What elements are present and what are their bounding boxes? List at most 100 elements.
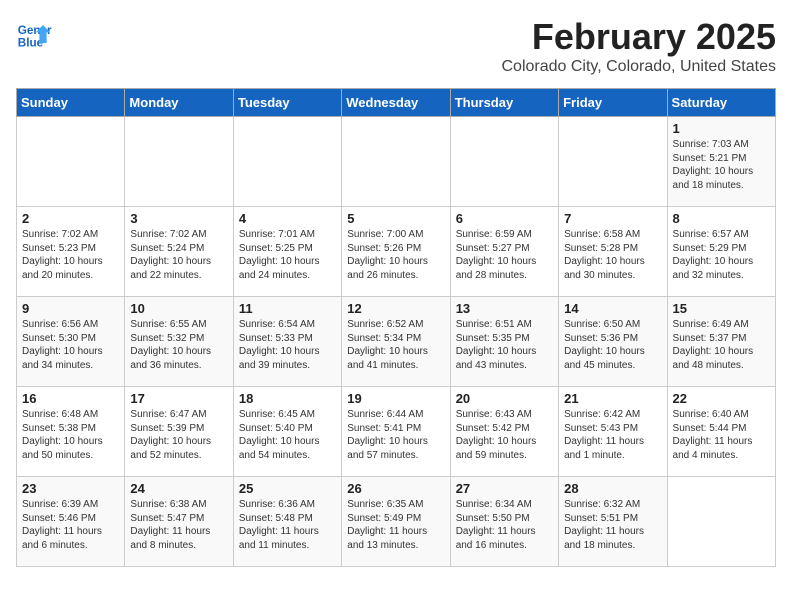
day-cell: 7 Sunrise: 6:58 AM Sunset: 5:28 PM Daylig… [559, 207, 667, 297]
week-row-2: 9 Sunrise: 6:56 AM Sunset: 5:30 PM Daylig… [17, 297, 776, 387]
day-cell [125, 117, 233, 207]
day-number: 28 [564, 481, 661, 496]
day-cell: 18 Sunrise: 6:45 AM Sunset: 5:40 PM Dayli… [233, 387, 341, 477]
day-info: Sunrise: 6:40 AM Sunset: 5:44 PM Dayligh… [673, 408, 770, 462]
day-number: 12 [347, 301, 444, 316]
day-info: Sunrise: 6:48 AM Sunset: 5:38 PM Dayligh… [22, 408, 119, 462]
day-number: 21 [564, 391, 661, 406]
day-number: 11 [239, 301, 336, 316]
day-info: Sunrise: 7:02 AM Sunset: 5:23 PM Dayligh… [22, 228, 119, 282]
day-cell: 14 Sunrise: 6:50 AM Sunset: 5:36 PM Dayli… [559, 297, 667, 387]
day-number: 1 [673, 121, 770, 136]
day-cell: 8 Sunrise: 6:57 AM Sunset: 5:29 PM Daylig… [667, 207, 775, 297]
day-cell: 15 Sunrise: 6:49 AM Sunset: 5:37 PM Dayli… [667, 297, 775, 387]
day-info: Sunrise: 6:35 AM Sunset: 5:49 PM Dayligh… [347, 498, 444, 552]
day-cell: 5 Sunrise: 7:00 AM Sunset: 5:26 PM Daylig… [342, 207, 450, 297]
day-info: Sunrise: 6:57 AM Sunset: 5:29 PM Dayligh… [673, 228, 770, 282]
day-number: 15 [673, 301, 770, 316]
day-header-saturday: Saturday [667, 89, 775, 117]
day-cell: 16 Sunrise: 6:48 AM Sunset: 5:38 PM Dayli… [17, 387, 125, 477]
day-cell: 24Sunrise: 6:38 AM Sunset: 5:47 PM Dayli… [125, 477, 233, 567]
day-cell [559, 117, 667, 207]
day-header-sunday: Sunday [17, 89, 125, 117]
day-info: Sunrise: 6:50 AM Sunset: 5:36 PM Dayligh… [564, 318, 661, 372]
day-info: Sunrise: 6:34 AM Sunset: 5:50 PM Dayligh… [456, 498, 553, 552]
day-cell: 6Sunrise: 6:59 AM Sunset: 5:27 PM Daylig… [450, 207, 558, 297]
day-number: 19 [347, 391, 444, 406]
day-cell: 1 Sunrise: 7:03 AM Sunset: 5:21 PM Daylig… [667, 117, 775, 207]
day-info: Sunrise: 7:01 AM Sunset: 5:25 PM Dayligh… [239, 228, 336, 282]
day-info: Sunrise: 6:52 AM Sunset: 5:34 PM Dayligh… [347, 318, 444, 372]
day-header-friday: Friday [559, 89, 667, 117]
day-cell [667, 477, 775, 567]
day-cell: 22 Sunrise: 6:40 AM Sunset: 5:44 PM Dayli… [667, 387, 775, 477]
day-number: 25 [239, 481, 336, 496]
day-info: Sunrise: 6:59 AM Sunset: 5:27 PM Dayligh… [456, 228, 553, 282]
day-number: 10 [130, 301, 227, 316]
day-number: 2 [22, 211, 119, 226]
day-cell [450, 117, 558, 207]
day-number: 13 [456, 301, 553, 316]
day-cell: 25 Sunrise: 6:36 AM Sunset: 5:48 PM Dayli… [233, 477, 341, 567]
day-number: 7 [564, 211, 661, 226]
day-number: 3 [130, 211, 227, 226]
logo-icon: General Blue [16, 16, 52, 52]
day-info: Sunrise: 6:47 AM Sunset: 5:39 PM Dayligh… [130, 408, 227, 462]
day-info: Sunrise: 6:42 AM Sunset: 5:43 PM Dayligh… [564, 408, 661, 462]
logo: General Blue [16, 16, 52, 52]
day-cell: 28 Sunrise: 6:32 AM Sunset: 5:51 PM Dayli… [559, 477, 667, 567]
day-info: Sunrise: 6:39 AM Sunset: 5:46 PM Dayligh… [22, 498, 119, 552]
header: February 2025 Colorado City, Colorado, U… [501, 16, 776, 76]
calendar-table: SundayMondayTuesdayWednesdayThursdayFrid… [16, 88, 776, 567]
day-info: Sunrise: 6:49 AM Sunset: 5:37 PM Dayligh… [673, 318, 770, 372]
day-number: 23 [22, 481, 119, 496]
day-info: Sunrise: 6:36 AM Sunset: 5:48 PM Dayligh… [239, 498, 336, 552]
week-row-1: 2 Sunrise: 7:02 AM Sunset: 5:23 PM Daylig… [17, 207, 776, 297]
day-info: Sunrise: 6:43 AM Sunset: 5:42 PM Dayligh… [456, 408, 553, 462]
day-number: 4 [239, 211, 336, 226]
day-cell [233, 117, 341, 207]
day-number: 9 [22, 301, 119, 316]
header-row: SundayMondayTuesdayWednesdayThursdayFrid… [17, 89, 776, 117]
day-number: 8 [673, 211, 770, 226]
day-info: Sunrise: 6:55 AM Sunset: 5:32 PM Dayligh… [130, 318, 227, 372]
day-header-tuesday: Tuesday [233, 89, 341, 117]
top-row: General Blue February 2025 Colorado City… [16, 16, 776, 80]
day-info: Sunrise: 7:03 AM Sunset: 5:21 PM Dayligh… [673, 138, 770, 192]
day-cell: 27 Sunrise: 6:34 AM Sunset: 5:50 PM Dayli… [450, 477, 558, 567]
day-number: 26 [347, 481, 444, 496]
day-header-wednesday: Wednesday [342, 89, 450, 117]
day-info: Sunrise: 6:32 AM Sunset: 5:51 PM Dayligh… [564, 498, 661, 552]
day-number: 17 [130, 391, 227, 406]
day-number: 5 [347, 211, 444, 226]
day-number: 20 [456, 391, 553, 406]
day-number: 27 [456, 481, 553, 496]
day-number: 22 [673, 391, 770, 406]
location: Colorado City, Colorado, United States [501, 58, 776, 76]
day-number: 24 [130, 481, 227, 496]
day-cell: 26 Sunrise: 6:35 AM Sunset: 5:49 PM Dayli… [342, 477, 450, 567]
week-row-0: 1 Sunrise: 7:03 AM Sunset: 5:21 PM Daylig… [17, 117, 776, 207]
day-number: 18 [239, 391, 336, 406]
day-cell: 12 Sunrise: 6:52 AM Sunset: 5:34 PM Dayli… [342, 297, 450, 387]
day-info: Sunrise: 6:54 AM Sunset: 5:33 PM Dayligh… [239, 318, 336, 372]
day-header-thursday: Thursday [450, 89, 558, 117]
day-cell: 17 Sunrise: 6:47 AM Sunset: 5:39 PM Dayli… [125, 387, 233, 477]
day-cell: 23 Sunrise: 6:39 AM Sunset: 5:46 PM Dayli… [17, 477, 125, 567]
day-cell: 19 Sunrise: 6:44 AM Sunset: 5:41 PM Dayli… [342, 387, 450, 477]
day-cell: 9 Sunrise: 6:56 AM Sunset: 5:30 PM Daylig… [17, 297, 125, 387]
day-info: Sunrise: 6:56 AM Sunset: 5:30 PM Dayligh… [22, 318, 119, 372]
day-number: 14 [564, 301, 661, 316]
day-cell: 10 Sunrise: 6:55 AM Sunset: 5:32 PM Dayli… [125, 297, 233, 387]
day-cell [342, 117, 450, 207]
day-number: 16 [22, 391, 119, 406]
month-year: February 2025 [501, 16, 776, 58]
day-cell: 20 Sunrise: 6:43 AM Sunset: 5:42 PM Dayli… [450, 387, 558, 477]
day-cell [17, 117, 125, 207]
week-row-4: 23 Sunrise: 6:39 AM Sunset: 5:46 PM Dayli… [17, 477, 776, 567]
day-cell: 4 Sunrise: 7:01 AM Sunset: 5:25 PM Daylig… [233, 207, 341, 297]
day-info: Sunrise: 6:58 AM Sunset: 5:28 PM Dayligh… [564, 228, 661, 282]
day-info: Sunrise: 6:45 AM Sunset: 5:40 PM Dayligh… [239, 408, 336, 462]
day-info: Sunrise: 6:44 AM Sunset: 5:41 PM Dayligh… [347, 408, 444, 462]
day-info: Sunrise: 7:00 AM Sunset: 5:26 PM Dayligh… [347, 228, 444, 282]
